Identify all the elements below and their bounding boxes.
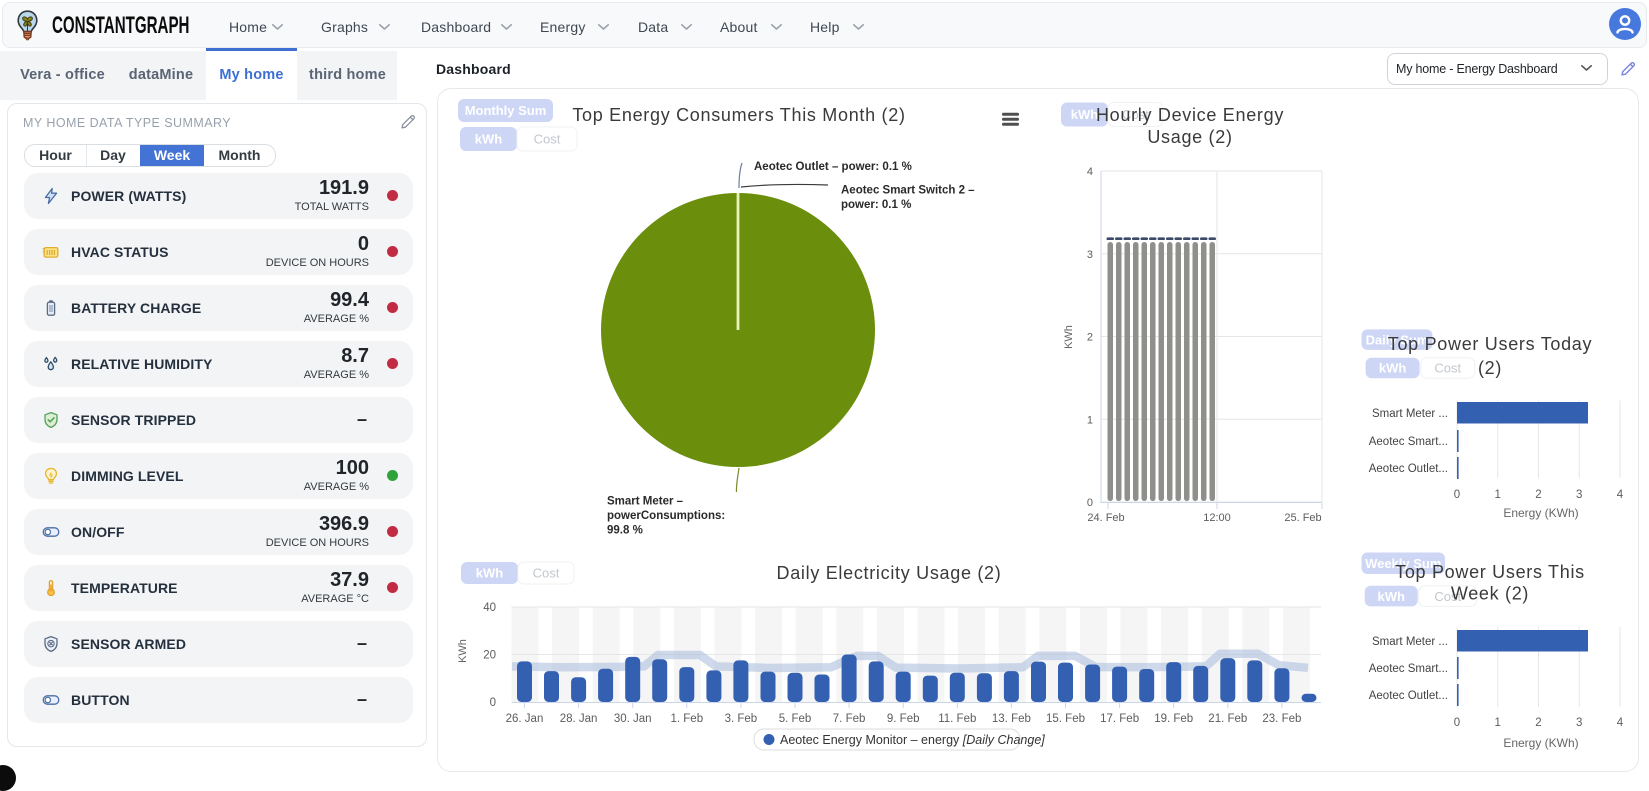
svg-text:3: 3 (1087, 249, 1093, 261)
svg-text:KWh: KWh (457, 639, 469, 663)
svg-text:Smart Meter ...: Smart Meter ... (1372, 636, 1448, 648)
svg-text:powerConsumptions:: powerConsumptions: (607, 510, 725, 522)
svg-text:Top Power Users This: Top Power Users This (1395, 562, 1585, 582)
svg-text:2: 2 (1535, 489, 1541, 501)
svg-text:9. Feb: 9. Feb (887, 713, 920, 725)
svg-text:24. Feb: 24. Feb (1087, 512, 1124, 524)
svg-text:Cost: Cost (533, 566, 560, 581)
svg-text:power: 0.1 %: power: 0.1 % (841, 199, 911, 211)
svg-text:Energy (KWh): Energy (KWh) (1503, 506, 1578, 520)
svg-text:kWh: kWh (476, 566, 504, 581)
svg-text:1: 1 (1087, 414, 1093, 426)
svg-text:4: 4 (1617, 717, 1624, 729)
svg-text:3: 3 (1576, 489, 1582, 501)
svg-text:kWh: kWh (475, 132, 503, 147)
svg-text:kWh: kWh (1379, 361, 1407, 376)
svg-text:Top Power Users Today: Top Power Users Today (1388, 334, 1592, 354)
svg-text:Cost: Cost (534, 132, 561, 147)
svg-text:Week (2): Week (2) (1451, 584, 1529, 604)
svg-text:Hourly Device Energy: Hourly Device Energy (1096, 105, 1284, 125)
svg-text:13. Feb: 13. Feb (992, 713, 1031, 725)
svg-text:Aeotec Outlet...: Aeotec Outlet... (1369, 690, 1448, 702)
svg-text:26. Jan: 26. Jan (506, 713, 544, 725)
svg-text:kWh: kWh (1377, 589, 1405, 604)
svg-text:3. Feb: 3. Feb (725, 713, 758, 725)
svg-text:5. Feb: 5. Feb (779, 713, 812, 725)
svg-text:12:00: 12:00 (1203, 512, 1231, 524)
svg-text:Smart Meter ...: Smart Meter ... (1372, 408, 1448, 420)
svg-text:17. Feb: 17. Feb (1100, 713, 1139, 725)
svg-text:25. Feb: 25. Feb (1284, 512, 1321, 524)
svg-text:99.8 %: 99.8 % (607, 525, 643, 537)
svg-text:21. Feb: 21. Feb (1208, 713, 1247, 725)
svg-text:2: 2 (1535, 717, 1541, 729)
svg-text:Aeotec Energy Monitor – energy: Aeotec Energy Monitor – energy [Daily Ch… (780, 733, 1045, 747)
svg-text:15. Feb: 15. Feb (1046, 713, 1085, 725)
svg-text:0: 0 (1454, 717, 1460, 729)
svg-text:Aeotec Outlet...: Aeotec Outlet... (1369, 463, 1448, 475)
svg-text:23. Feb: 23. Feb (1262, 713, 1301, 725)
svg-text:Top Energy Consumers This Mont: Top Energy Consumers This Month (2) (572, 105, 905, 125)
svg-text:19. Feb: 19. Feb (1154, 713, 1193, 725)
svg-text:Aeotec Smart...: Aeotec Smart... (1369, 663, 1448, 675)
svg-text:Aeotec Smart Switch 2 –: Aeotec Smart Switch 2 – (841, 185, 975, 197)
svg-text:4: 4 (1617, 489, 1624, 501)
svg-text:1: 1 (1495, 717, 1501, 729)
svg-text:40: 40 (483, 602, 496, 614)
svg-text:11. Feb: 11. Feb (938, 713, 976, 725)
svg-text:Monthly Sum: Monthly Sum (465, 103, 547, 118)
svg-text:4: 4 (1087, 166, 1093, 178)
svg-text:0: 0 (490, 697, 496, 709)
svg-text:1: 1 (1495, 489, 1501, 501)
svg-text:0: 0 (1087, 497, 1093, 509)
svg-text:Smart Meter –: Smart Meter – (607, 496, 684, 508)
svg-text:1. Feb: 1. Feb (670, 713, 703, 725)
svg-text:20: 20 (483, 650, 496, 662)
svg-text:kWh: kWh (1071, 107, 1099, 122)
svg-text:3: 3 (1576, 717, 1582, 729)
svg-text:Daily Electricity Usage (2): Daily Electricity Usage (2) (777, 563, 1002, 583)
svg-text:7. Feb: 7. Feb (833, 713, 866, 725)
svg-text:28. Jan: 28. Jan (560, 713, 598, 725)
svg-text:Energy (KWh): Energy (KWh) (1503, 736, 1578, 750)
svg-text:Cost: Cost (1434, 361, 1461, 376)
svg-text:Aeotec Outlet – power: 0.1 %: Aeotec Outlet – power: 0.1 % (754, 161, 912, 173)
svg-text:Aeotec Smart...: Aeotec Smart... (1369, 436, 1448, 448)
svg-text:30. Jan: 30. Jan (614, 713, 652, 725)
svg-text:KWh: KWh (1063, 325, 1075, 349)
svg-text:2: 2 (1087, 332, 1093, 344)
svg-text:0: 0 (1454, 489, 1460, 501)
svg-text:Usage (2): Usage (2) (1147, 127, 1232, 147)
svg-text:(2): (2) (1478, 358, 1502, 378)
